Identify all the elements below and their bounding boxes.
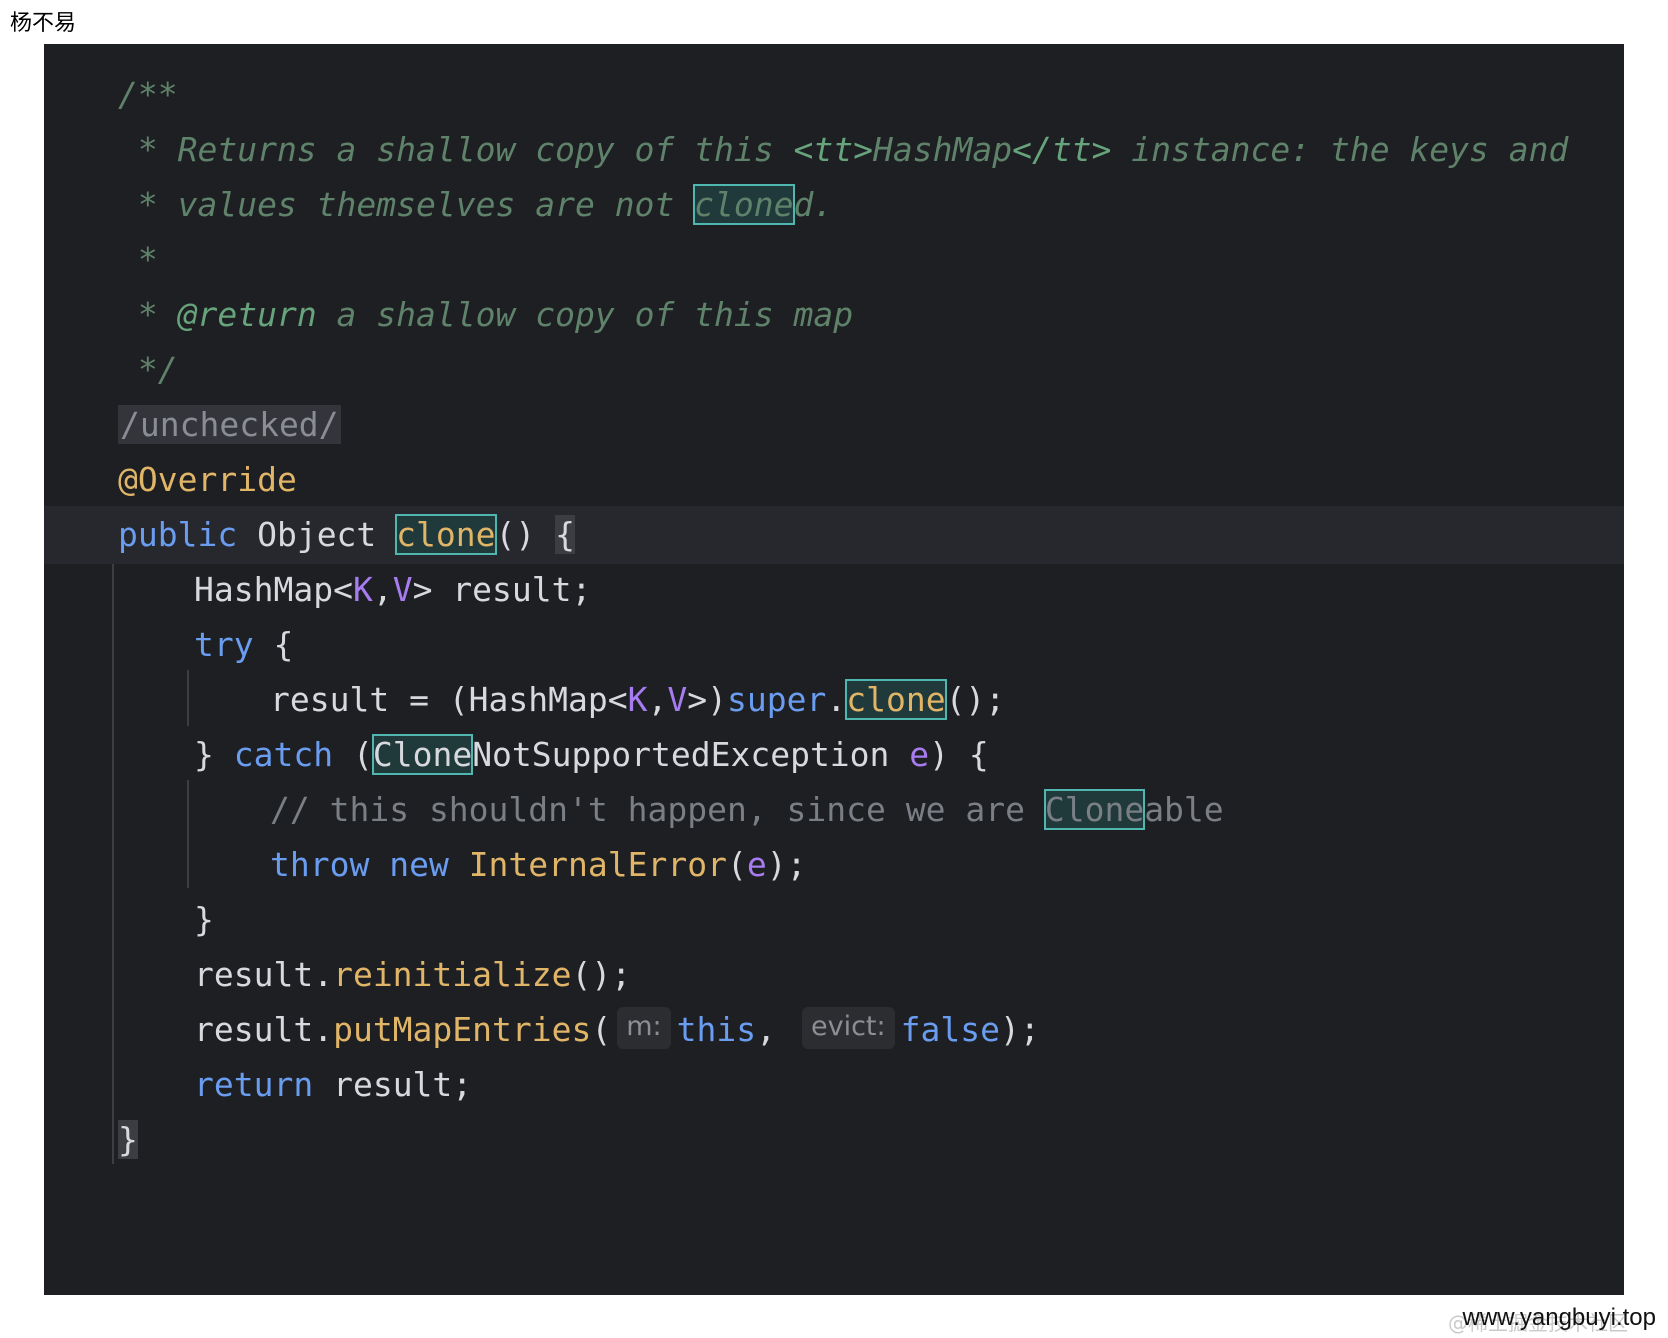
code-line-doc-1: * Returns a shallow copy of this <tt>Has… xyxy=(44,121,1624,179)
usage-highlight: clone xyxy=(845,679,947,720)
code-line-doc-2: * values themselves are not cloned. xyxy=(44,176,1624,234)
code-token: K xyxy=(352,570,373,609)
method-name-highlight: clone xyxy=(395,514,497,555)
code-line-9: result.putMapEntries(m: this, evict: false)… xyxy=(44,1001,1624,1059)
code-token: catch xyxy=(233,735,334,774)
code-token: e xyxy=(909,735,930,774)
code-token: return xyxy=(194,1065,314,1104)
code-token: } xyxy=(194,900,214,939)
code-token: ); xyxy=(999,1010,1040,1049)
code-token: ( xyxy=(333,735,373,774)
code-token: (); xyxy=(571,955,632,994)
code-token: putMapEntries xyxy=(333,1010,592,1049)
code-token: super xyxy=(727,680,827,719)
code-line-5: // this shouldn't happen, since we are C… xyxy=(44,781,1624,839)
code-token: ); xyxy=(766,845,807,884)
code-token: K xyxy=(627,680,648,719)
code-token: false xyxy=(900,1010,1000,1049)
code-token: @return xyxy=(177,295,317,334)
code-token: result; xyxy=(313,1065,473,1104)
code-token: result. xyxy=(194,1010,334,1049)
code-token: HashMap xyxy=(873,130,1013,169)
code-token: NotSupportedException xyxy=(472,735,910,774)
code-token: /** xyxy=(118,75,178,114)
code-token: public xyxy=(118,515,238,554)
code-line-4: } catch (CloneNotSupportedException e) { xyxy=(44,726,1624,784)
code-token: >) xyxy=(687,680,727,719)
code-token: reinitialize xyxy=(333,955,572,994)
code-token: } xyxy=(194,735,234,774)
code-token: * Returns a shallow copy of this xyxy=(118,130,794,169)
code-line-2: try { xyxy=(44,616,1624,674)
code-token: * values themselves are not xyxy=(118,185,695,224)
code-token: * xyxy=(118,295,178,334)
code-line-6: throw new InternalError(e); xyxy=(44,836,1624,894)
code-line-doc-4: * @return a shallow copy of this map xyxy=(44,286,1624,344)
code-line-doc-close: */ xyxy=(44,341,1624,399)
code-line-1: HashMap<K,V> result; xyxy=(44,561,1624,619)
code-line-10: return result; xyxy=(44,1056,1624,1114)
code-token: e xyxy=(746,845,767,884)
code-token: > result; xyxy=(412,570,592,609)
watermark: www.yangbuyi.top xyxy=(1462,1304,1656,1331)
code-line-7: } xyxy=(44,891,1624,949)
code-token: */ xyxy=(118,350,178,389)
author-label: 杨不易 xyxy=(10,11,77,36)
code-editor[interactable]: /** * Returns a shallow copy of this <tt… xyxy=(44,44,1624,1295)
code-token: { xyxy=(253,625,294,664)
code-token: V xyxy=(667,680,688,719)
code-token: able xyxy=(1144,790,1224,829)
code-token: ( xyxy=(591,1010,612,1049)
code-token: InternalError xyxy=(468,845,727,884)
code-token: result = (HashMap< xyxy=(270,680,628,719)
code-token: <tt> xyxy=(793,130,873,169)
code-line-signature[interactable]: public Object clone() { xyxy=(44,506,1624,564)
code-token: ( xyxy=(726,845,747,884)
code-token: new xyxy=(369,845,469,884)
code-token: , xyxy=(756,1010,776,1049)
code-token: a shallow copy of this map xyxy=(316,295,854,334)
code-token: . xyxy=(826,680,847,719)
code-token: </tt> xyxy=(1012,130,1112,169)
code-line-doc-3: * xyxy=(44,231,1624,289)
folded-region[interactable]: /unchecked/ xyxy=(118,405,341,444)
code-token: throw xyxy=(270,845,370,884)
parameter-hint-m: m: xyxy=(617,1007,671,1049)
code-token: HashMap< xyxy=(194,570,353,609)
code-token: * xyxy=(118,240,158,279)
usage-highlight: Clone xyxy=(1043,789,1146,830)
code-token: // this shouldn't happen, since we are xyxy=(270,790,1045,829)
code-token: () xyxy=(495,515,556,554)
code-token: Object xyxy=(237,515,397,554)
code-line-region[interactable]: /unchecked/ xyxy=(44,396,1624,454)
code-token: , xyxy=(647,680,668,719)
code-token: ) { xyxy=(929,735,989,774)
code-token: this xyxy=(676,1010,757,1049)
code-token: (); xyxy=(945,680,1006,719)
code-token: V xyxy=(392,570,413,609)
code-line-8: result.reinitialize(); xyxy=(44,946,1624,1004)
code-token: , xyxy=(372,570,393,609)
code-line-3: result = (HashMap<K,V>)super.clone(); xyxy=(44,671,1624,729)
matched-brace: } xyxy=(118,1120,138,1159)
code-token: try xyxy=(194,625,254,664)
usage-highlight: Clone xyxy=(371,734,474,775)
code-line-doc-open: /** xyxy=(44,66,1624,124)
code-token: result. xyxy=(194,955,334,994)
parameter-hint-evict: evict: xyxy=(802,1007,895,1049)
code-line-close: } xyxy=(44,1111,1624,1169)
code-token: instance: the keys and xyxy=(1111,130,1569,169)
matched-brace: { xyxy=(555,515,575,554)
code-token: d. xyxy=(793,185,834,224)
code-line-annotation: @Override xyxy=(44,451,1624,509)
code-token: @Override xyxy=(118,460,297,499)
usage-highlight: clone xyxy=(693,184,795,225)
